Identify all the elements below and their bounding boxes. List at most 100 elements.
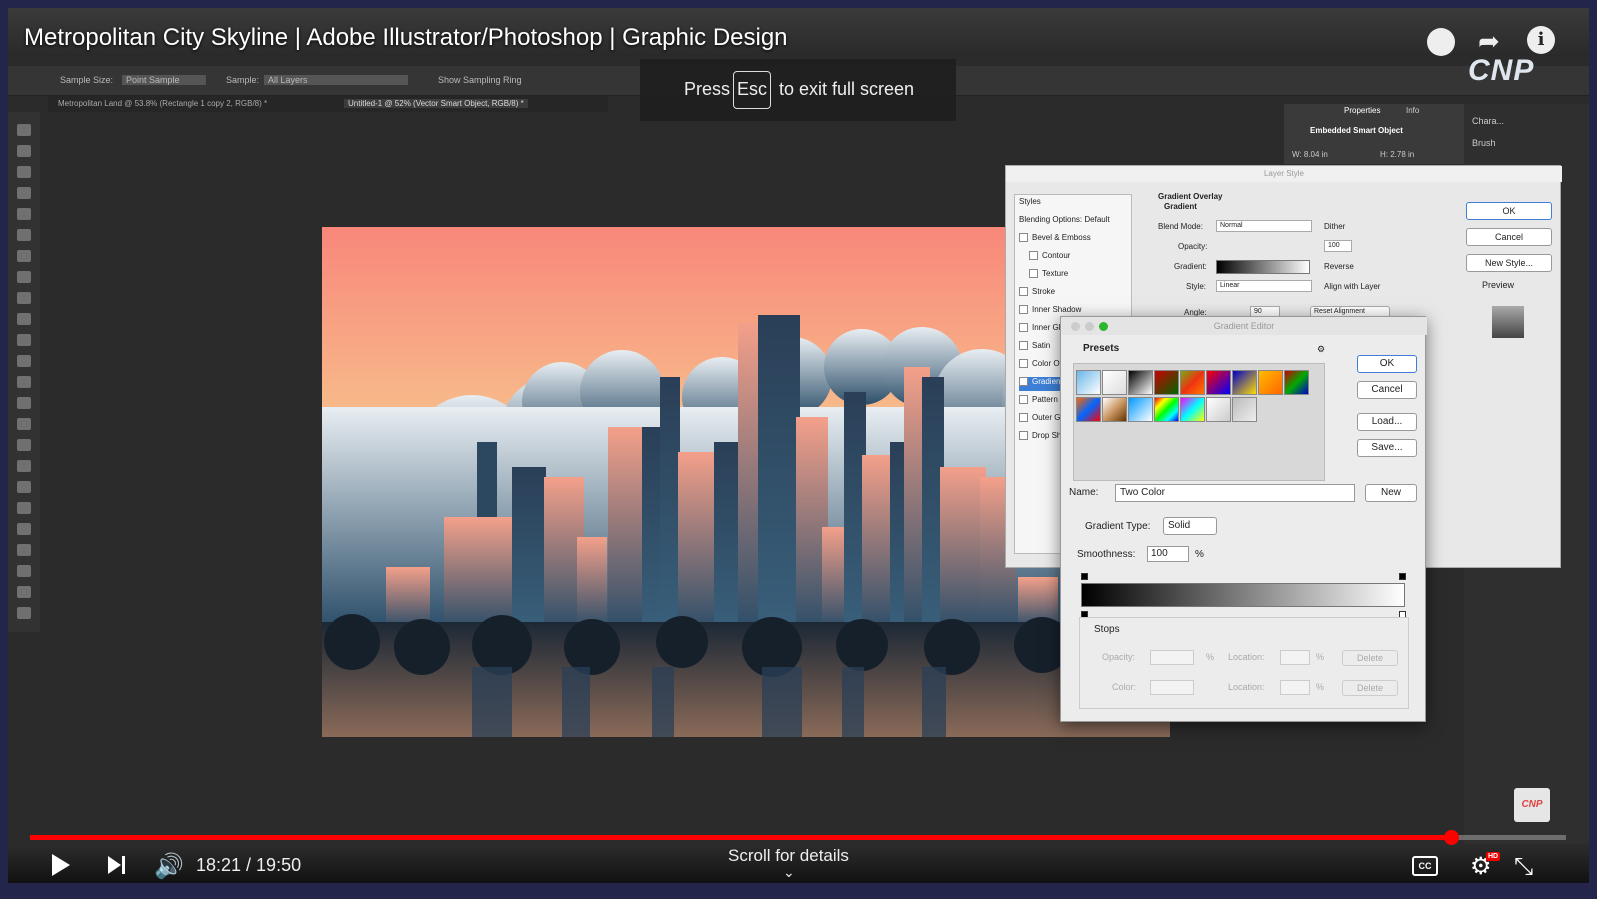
gradient-preset-swatch[interactable] xyxy=(1128,397,1153,422)
align-layer-checkbox[interactable]: Align with Layer xyxy=(1324,282,1380,291)
reverse-checkbox[interactable]: Reverse xyxy=(1324,262,1354,271)
info-icon[interactable]: i xyxy=(1527,26,1555,54)
watch-later-icon[interactable] xyxy=(1427,28,1455,56)
properties-tab[interactable]: Properties xyxy=(1344,106,1380,115)
volume-icon[interactable]: 🔊 xyxy=(154,852,184,881)
minimize-window-icon[interactable] xyxy=(1085,322,1094,331)
stop-color-location-field[interactable] xyxy=(1280,680,1310,695)
chevron-down-icon[interactable]: ⌄ xyxy=(783,864,795,881)
style-select[interactable]: Linear xyxy=(1216,280,1312,292)
delete-opacity-stop-button[interactable]: Delete xyxy=(1342,650,1398,666)
gradient-preset-swatch[interactable] xyxy=(1154,397,1179,422)
play-icon[interactable] xyxy=(52,854,70,876)
gradient-preview[interactable] xyxy=(1216,260,1310,274)
gradient-preset-swatch[interactable] xyxy=(1180,397,1205,422)
tool-icon[interactable] xyxy=(17,460,31,472)
presets-gear-icon[interactable]: ⚙ xyxy=(1317,344,1325,355)
gradient-preset-swatch[interactable] xyxy=(1154,370,1179,395)
show-sampling-ring[interactable]: Show Sampling Ring xyxy=(438,75,522,85)
sample-select[interactable]: All Layers xyxy=(264,75,408,85)
gradient-preset-swatch[interactable] xyxy=(1102,370,1127,395)
opacity-stop-left[interactable] xyxy=(1081,573,1088,580)
ok-button[interactable]: OK xyxy=(1466,202,1552,220)
video-title[interactable]: Metropolitan City Skyline | Adobe Illust… xyxy=(24,24,788,52)
ge-save-button[interactable]: Save... xyxy=(1357,439,1417,457)
preview-checkbox[interactable]: Preview xyxy=(1482,280,1514,290)
stop-opacity-field[interactable] xyxy=(1150,650,1194,665)
opacity-field[interactable]: 100 xyxy=(1324,240,1352,252)
tool-icon[interactable] xyxy=(17,376,31,388)
gradient-preset-swatch[interactable] xyxy=(1258,370,1283,395)
tool-icon[interactable] xyxy=(17,292,31,304)
sample-size-select[interactable]: Point Sample xyxy=(122,75,206,85)
tool-icon[interactable] xyxy=(17,208,31,220)
blending-options[interactable]: Blending Options: Default xyxy=(1019,215,1110,229)
gradient-preset-swatch[interactable] xyxy=(1232,370,1257,395)
style-item-satin[interactable]: Satin xyxy=(1019,341,1050,355)
tool-icon[interactable] xyxy=(17,565,31,577)
tool-icon[interactable] xyxy=(17,418,31,430)
video-frame[interactable]: Sample Size: Point Sample Sample: All La… xyxy=(8,8,1589,883)
gradient-name-input[interactable]: Two Color xyxy=(1115,484,1355,502)
scroll-for-details[interactable]: Scroll for details xyxy=(728,846,849,866)
zoom-window-icon[interactable] xyxy=(1099,322,1108,331)
gradient-preset-swatch[interactable] xyxy=(1232,397,1257,422)
tool-icon[interactable] xyxy=(17,334,31,346)
info-tab[interactable]: Info xyxy=(1406,106,1419,115)
ge-ok-button[interactable]: OK xyxy=(1357,355,1417,373)
smoothness-field[interactable]: 100 xyxy=(1147,546,1189,562)
dither-checkbox[interactable]: Dither xyxy=(1324,222,1345,231)
progress-bar[interactable] xyxy=(30,830,1566,845)
tool-icon[interactable] xyxy=(17,187,31,199)
delete-color-stop-button[interactable]: Delete xyxy=(1342,680,1398,696)
ge-load-button[interactable]: Load... xyxy=(1357,413,1417,431)
tool-icon[interactable] xyxy=(17,229,31,241)
blend-mode-select[interactable]: Normal xyxy=(1216,220,1312,232)
character-panel-button[interactable]: Chara... xyxy=(1472,116,1504,126)
cancel-button[interactable]: Cancel xyxy=(1466,228,1552,246)
subtitles-icon[interactable]: CC xyxy=(1412,856,1438,876)
style-item-stroke[interactable]: Stroke xyxy=(1019,287,1055,301)
gradient-preset-swatch[interactable] xyxy=(1076,370,1101,395)
tool-icon[interactable] xyxy=(17,523,31,535)
tool-icon[interactable] xyxy=(17,145,31,157)
brush-panel-button[interactable]: Brush xyxy=(1472,138,1504,148)
tool-icon[interactable] xyxy=(17,166,31,178)
tool-icon[interactable] xyxy=(17,355,31,367)
exit-fullscreen-icon[interactable]: ⤡ xyxy=(1514,853,1533,881)
tool-icon[interactable] xyxy=(17,271,31,283)
style-item-bevel[interactable]: Bevel & Emboss xyxy=(1019,233,1091,247)
next-icon[interactable] xyxy=(108,856,121,874)
style-item-contour[interactable]: Contour xyxy=(1029,251,1070,265)
tool-icon[interactable] xyxy=(17,502,31,514)
gradient-preset-swatch[interactable] xyxy=(1102,397,1127,422)
progress-scrubber[interactable] xyxy=(1443,830,1459,845)
gradient-preset-swatch[interactable] xyxy=(1284,370,1309,395)
gradient-editor-dialog[interactable]: Gradient Editor Presets ⚙ OK Cancel Load… xyxy=(1060,316,1427,722)
tool-icon[interactable] xyxy=(17,250,31,262)
tool-icon[interactable] xyxy=(17,607,31,619)
gradient-bar[interactable] xyxy=(1081,583,1405,607)
opacity-stop-right[interactable] xyxy=(1399,573,1406,580)
new-style-button[interactable]: New Style... xyxy=(1466,254,1552,272)
gradient-type-select[interactable]: Solid xyxy=(1163,517,1217,535)
tool-icon[interactable] xyxy=(17,124,31,136)
tool-icon[interactable] xyxy=(17,544,31,556)
gradient-preset-swatch[interactable] xyxy=(1206,370,1231,395)
gradient-preset-swatch[interactable] xyxy=(1076,397,1101,422)
new-gradient-button[interactable]: New xyxy=(1365,484,1417,502)
style-item-texture[interactable]: Texture xyxy=(1029,269,1068,283)
gradient-preset-swatch[interactable] xyxy=(1128,370,1153,395)
share-icon[interactable]: ➦ xyxy=(1478,26,1500,57)
ge-cancel-button[interactable]: Cancel xyxy=(1357,381,1417,399)
tool-icon[interactable] xyxy=(17,481,31,493)
doc-tab-1[interactable]: Metropolitan Land @ 53.8% (Rectangle 1 c… xyxy=(58,99,267,108)
gradient-preset-swatch[interactable] xyxy=(1180,370,1205,395)
tool-icon[interactable] xyxy=(17,397,31,409)
styles-header[interactable]: Styles xyxy=(1019,197,1041,211)
channel-watermark[interactable]: CNP xyxy=(1514,788,1550,822)
tool-icon[interactable] xyxy=(17,439,31,451)
tool-icon[interactable] xyxy=(17,313,31,325)
stop-color-swatch[interactable] xyxy=(1150,680,1194,695)
doc-tab-2[interactable]: Untitled-1 @ 52% (Vector Smart Object, R… xyxy=(344,99,528,108)
